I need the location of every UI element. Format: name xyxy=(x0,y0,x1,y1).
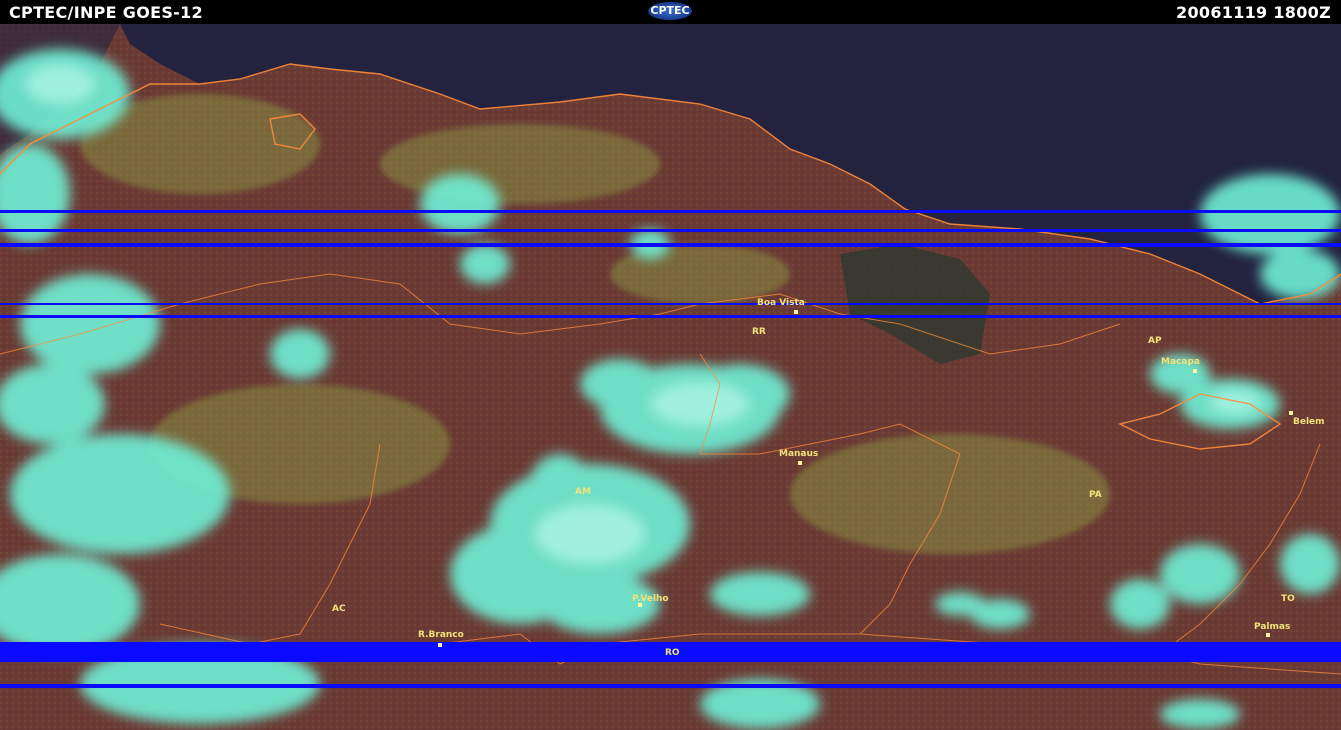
satellite-title: CPTEC/INPE GOES-12 xyxy=(9,3,203,22)
city-label-belem: Belem xyxy=(1293,417,1325,427)
city-marker-macapa xyxy=(1193,369,1197,373)
state-label-ac: AC xyxy=(332,604,346,614)
cptec-logo: CPTEC xyxy=(648,2,692,20)
city-marker-palmas xyxy=(1266,633,1270,637)
logo-text: CPTEC xyxy=(650,4,690,17)
city-label-palmas: Palmas xyxy=(1254,622,1291,632)
satellite-image-view: CPTEC/INPE GOES-12 CPTEC 20061119 1800Z xyxy=(0,0,1341,730)
city-marker-belem xyxy=(1289,411,1293,415)
header-bar: CPTEC/INPE GOES-12 CPTEC 20061119 1800Z xyxy=(0,0,1341,24)
state-label-to: TO xyxy=(1281,594,1295,604)
city-marker-manaus xyxy=(798,461,802,465)
city-marker-porto-velho xyxy=(638,603,642,607)
state-label-am: AM xyxy=(575,487,591,497)
city-marker-rio-branco xyxy=(438,643,442,647)
image-timestamp: 20061119 1800Z xyxy=(1176,3,1331,22)
city-label-manaus: Manaus xyxy=(779,449,819,459)
satellite-map xyxy=(0,24,1341,730)
state-label-ro: RO xyxy=(665,648,680,658)
city-marker-boa-vista xyxy=(794,310,798,314)
state-label-pa: PA xyxy=(1089,490,1102,500)
state-label-ap: AP xyxy=(1148,336,1162,346)
city-label-macapa: Macapa xyxy=(1161,357,1200,367)
state-label-rr: RR xyxy=(752,327,766,337)
city-label-boa-vista: Boa Vista xyxy=(757,298,805,308)
city-label-rio-branco: R.Branco xyxy=(418,630,464,640)
